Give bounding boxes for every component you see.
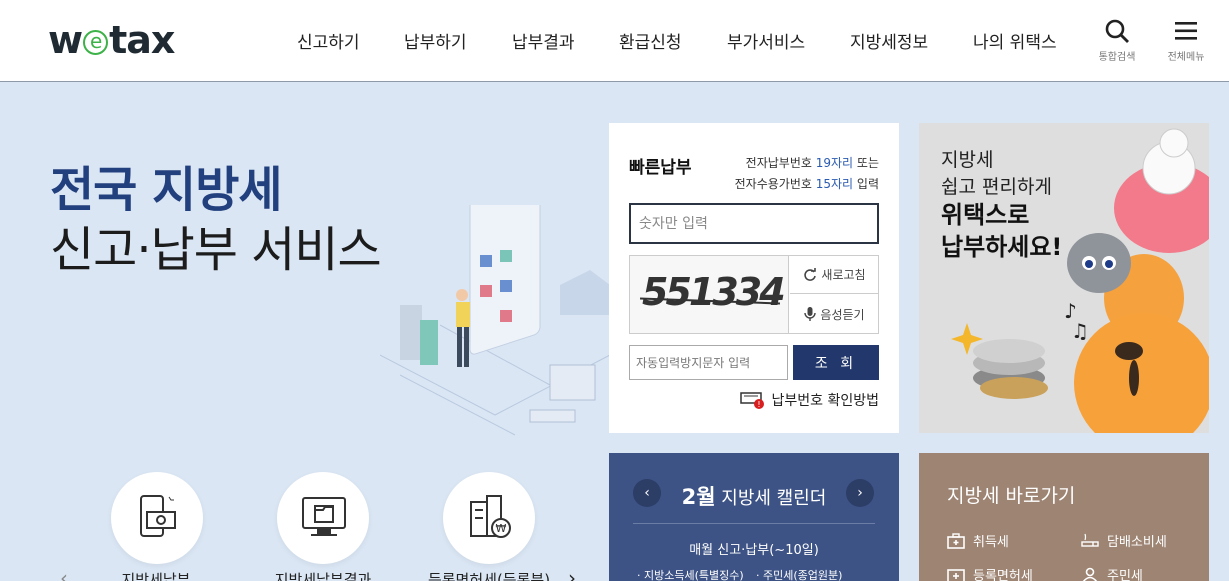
menu-label: 전체메뉴 [1167,52,1205,63]
quick-link-registration-tax[interactable]: ₩ [443,472,535,564]
nav-report[interactable]: 신고하기 [297,28,360,53]
microphone-icon [804,307,817,321]
quick-payment-info: 전자납부번호 19자리 또는 전자수용가번호 15자리 입력 [735,153,879,195]
info-text: 또는 [853,156,879,170]
calendar-divider [633,523,875,524]
cigarette-icon [1081,533,1099,547]
nav-refund[interactable]: 환급신청 [619,28,682,53]
shortcut-item-acquisition-tax[interactable]: 취득세 [947,531,1009,550]
captcha-refresh-button[interactable]: 새로고침 [790,256,879,294]
howto-label: 납부번호 확인방법 [771,393,880,409]
quick-link-label: 등록면허세(등록분) [427,571,551,581]
quick-payment-panel: 빠른납부 전자납부번호 19자리 또는 전자수용가번호 15자리 입력 5513… [609,123,899,433]
quick-links-next-arrow[interactable]: › [568,566,576,581]
promo-banner[interactable]: 지방세 쉽고 편리하게 위택스로 납부하세요! ♪ ♫ [919,123,1209,433]
logo-text-tax: tax [109,18,175,62]
calendar-month: 2월 [681,485,716,509]
quick-link-label: 지방세납부 [121,571,191,581]
quick-link-payment-result[interactable] [277,472,369,564]
wetax-logo[interactable]: w e tax [48,18,175,62]
nav-pay-result[interactable]: 납부결과 [512,28,575,53]
refresh-icon [804,267,817,281]
logo-text-w: w [48,18,83,62]
shortcut-item-tobacco-tax[interactable]: 담배소비세 [1081,531,1167,550]
calendar-next-button[interactable]: › [846,479,874,507]
logo-e-circle: e [83,29,109,55]
shortcut-title: 지방세 바로가기 [947,485,1076,507]
tax-calendar: ‹ 2월 지방세 캘린더 › 매월 신고·납부(~10일) · 지방소득세(특별… [609,453,899,581]
info-highlight: 15자리 [815,177,854,191]
shortcut-item-label: 주민세 [1107,569,1143,581]
quick-link-tax-payment[interactable] [111,472,203,564]
shortcut-item-resident-tax[interactable]: 주민세 [1081,565,1143,581]
calendar-title-text: 지방세 캘린더 [721,488,827,509]
svg-text:♫: ♫ [1071,319,1089,343]
shortcut-item-label: 담배소비세 [1107,535,1167,550]
captcha-input[interactable] [629,345,788,380]
briefcase-icon [947,532,965,549]
building-won-icon: ₩ [470,495,511,538]
svg-text:₩: ₩ [496,522,507,535]
quick-links-prev-arrow[interactable]: ‹ [60,566,68,581]
nav-my-wetax[interactable]: 나의 위택스 [973,28,1057,53]
audio-label: 음성듣기 [820,307,865,322]
svg-text:!: ! [757,400,760,409]
calendar-item[interactable]: · 지방소득세(특별징수) [637,567,744,581]
captcha-audio-button[interactable]: 음성듣기 [790,295,879,333]
payment-number-guide-link[interactable]: ! 납부번호 확인방법 [739,390,880,410]
captcha-image: 551334 [630,256,789,333]
refresh-label: 새로고침 [821,268,866,282]
search-label: 통합검색 [1098,52,1136,63]
payment-search-button[interactable]: 조 회 [793,345,879,380]
site-header: w e tax 신고하기 납부하기 납부결과 환급신청 부가서비스 지방세정보 나의… [0,0,1229,82]
hamburger-icon [1175,22,1197,40]
nav-extra-services[interactable]: 부가서비스 [727,28,805,53]
info-text: 전자수용가번호 [734,177,816,191]
all-menu-button[interactable]: 전체메뉴 [1160,18,1212,63]
search-icon [1105,19,1129,43]
captcha-code: 551334 [642,270,786,314]
local-tax-shortcut: 지방세 바로가기 취득세 담배소비세 등록면허세 주민세 [919,453,1209,581]
nav-pay[interactable]: 납부하기 [404,28,467,53]
payment-number-input[interactable] [629,203,879,244]
mascot-illustration: ♪ ♫ [951,128,1209,433]
info-text: 입력 [853,177,879,191]
tax-payment-icon [140,495,176,537]
quick-link-label: 지방세납부결과 [274,571,372,581]
calendar-item[interactable]: · 주민세(종업원분) [756,567,842,581]
info-highlight: 19자리 [815,156,854,170]
integrated-search-button[interactable]: 통합검색 [1091,18,1143,63]
bill-alert-icon: ! [739,392,764,409]
captcha-box: 551334 새로고침 음성듣기 [629,255,879,334]
shortcut-item-label: 등록면허세 [973,569,1033,581]
info-text: 전자납부번호 [745,156,816,170]
shortcut-item-registration-tax[interactable]: 등록면허세 [947,565,1033,581]
hero-illustration [380,205,610,436]
license-plus-icon [947,568,965,581]
person-icon [1082,567,1098,581]
quick-payment-title: 빠른납부 [629,158,692,178]
nav-local-tax-info[interactable]: 지방세정보 [850,28,928,53]
payment-result-icon [302,497,346,536]
hero-title-line2: 신고·납부 서비스 [50,222,382,278]
calendar-subtitle: 매월 신고·납부(~10일) [689,543,819,558]
shortcut-item-label: 취득세 [973,535,1009,550]
